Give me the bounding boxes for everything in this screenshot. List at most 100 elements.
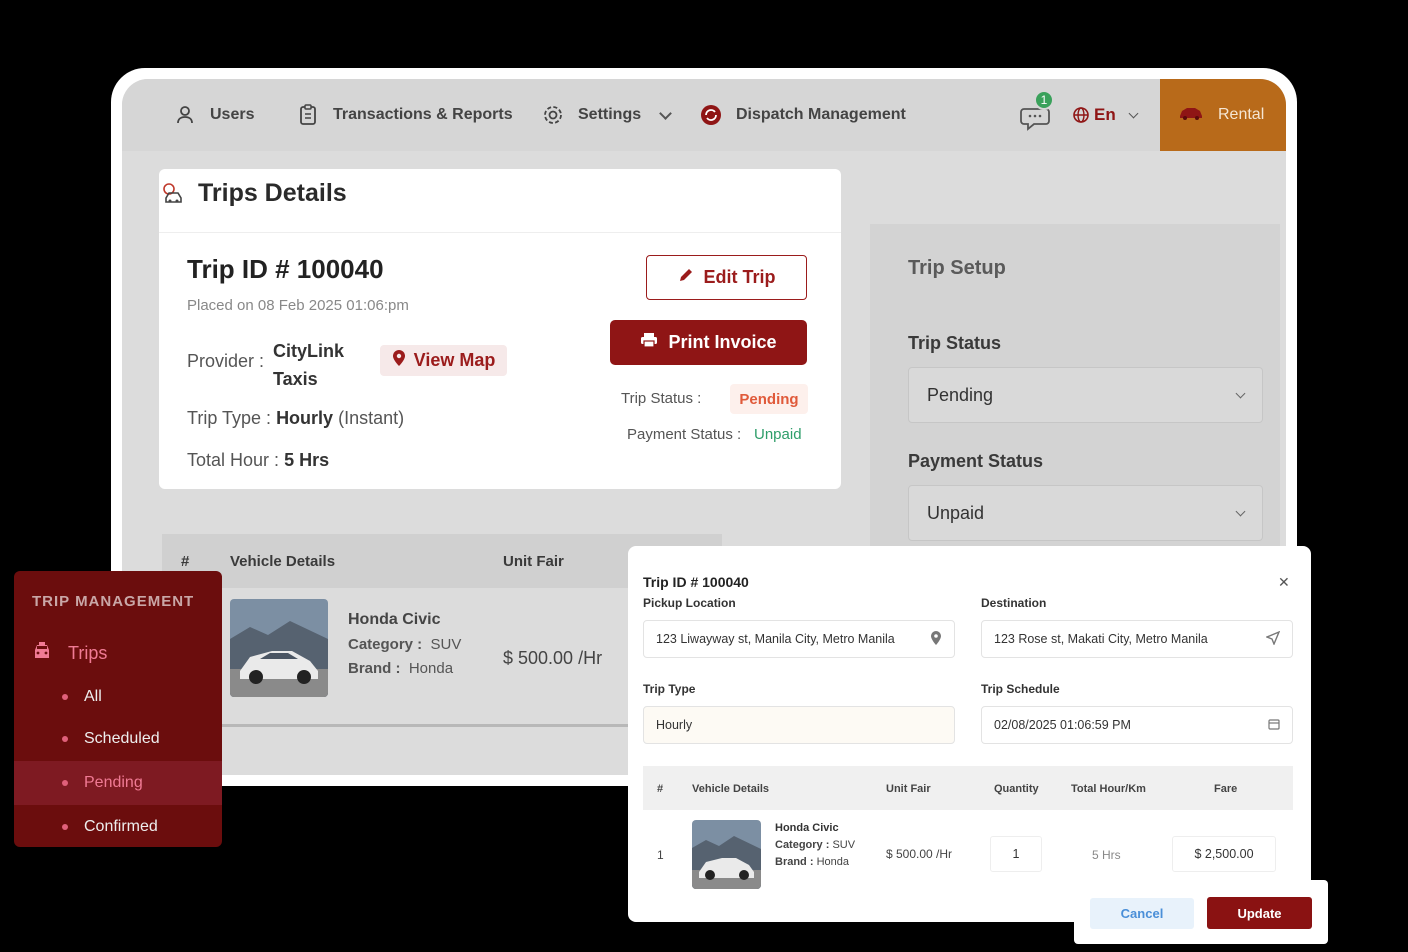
update-button[interactable]: Update <box>1207 897 1312 929</box>
payment-status-label: Payment Status : <box>627 426 742 443</box>
modal-col-vehicle: Vehicle Details <box>692 783 770 795</box>
sidebar-item-confirmed[interactable]: Confirmed <box>14 805 222 847</box>
col-unit-fair: Unit Fair <box>503 553 564 570</box>
sidebar-item-pending[interactable]: Pending <box>14 761 222 805</box>
calendar-icon <box>1268 718 1280 733</box>
nav-dispatch[interactable]: Dispatch Management <box>700 79 906 151</box>
schedule-value: 02/08/2025 01:06:59 PM <box>994 718 1131 732</box>
taxi-icon <box>32 641 52 666</box>
unit-fair-value: $ 500.00 /Hr <box>503 648 603 668</box>
sidebar-confirmed-label: Confirmed <box>84 818 158 835</box>
sidebar-item-scheduled[interactable]: Scheduled <box>14 717 222 761</box>
total-hour-label: Total Hour : <box>187 450 280 470</box>
gear-icon <box>542 104 564 126</box>
pickup-label: Pickup Location <box>643 596 736 610</box>
modal-unit-fair: $ 500.00 /Hr <box>886 847 953 861</box>
edit-trip-label: Edit Trip <box>703 267 776 287</box>
nav-dispatch-label: Dispatch Management <box>736 106 906 123</box>
provider-name: CityLink Taxis <box>273 337 344 393</box>
bullet-icon <box>62 736 68 742</box>
map-pin-icon <box>392 349 406 372</box>
total-hour-value: 5 Hrs <box>284 450 330 470</box>
destination-label: Destination <box>981 596 1047 610</box>
total-hour-row: Total Hour : 5 Hrs <box>187 450 329 471</box>
quantity-input[interactable]: 1 <box>990 836 1042 872</box>
modal-total-hour: 5 Hrs <box>1092 848 1121 862</box>
page-title: Trips Details <box>198 179 347 207</box>
view-map-label: View Map <box>413 350 496 370</box>
modal-col-fare: Fare <box>1214 783 1238 795</box>
fare-input[interactable]: $ 2,500.00 <box>1172 836 1276 872</box>
modal-vehicle-name: Honda Civic <box>775 822 839 834</box>
modal-col-unit-fair: Unit Fair <box>886 783 931 795</box>
trip-status-label: Trip Status : <box>621 390 702 407</box>
user-icon <box>174 104 196 126</box>
sidebar-item-trips[interactable]: Trips <box>14 631 222 675</box>
modal-title: Trip ID # 100040 <box>643 574 749 590</box>
modal-vehicle-brand: Brand : Honda <box>775 856 849 868</box>
edit-trip-button[interactable]: Edit Trip <box>646 255 807 300</box>
trip-status-badge: Pending <box>730 384 808 414</box>
category-label: Category : <box>348 636 423 653</box>
col-vehicle-details: Vehicle Details <box>230 553 336 570</box>
cancel-button[interactable]: Cancel <box>1090 898 1194 929</box>
setup-payment-status-value: Unpaid <box>927 502 985 523</box>
setup-payment-status-label: Payment Status <box>908 451 1044 471</box>
schedule-input[interactable]: 02/08/2025 01:06:59 PM <box>981 706 1293 744</box>
modal-col-total-hour: Total Hour/Km <box>1071 783 1146 795</box>
trip-management-sidebar: TRIP MANAGEMENT Trips All Scheduled Pend… <box>14 571 222 847</box>
nav-transactions[interactable]: Transactions & Reports <box>297 79 513 151</box>
bullet-icon <box>62 780 68 786</box>
globe-icon <box>1072 104 1090 126</box>
printer-icon <box>640 332 658 353</box>
modal-category-value: SUV <box>832 839 856 851</box>
modal-row-number: 1 <box>657 848 664 862</box>
setup-trip-status-label: Trip Status <box>908 333 1002 353</box>
rental-label: Rental <box>1218 106 1265 123</box>
brand-label: Brand : <box>348 660 401 677</box>
brand-value: Honda <box>408 660 454 677</box>
view-map-button[interactable]: View Map <box>380 345 507 376</box>
setup-trip-status-select[interactable]: Pending <box>908 367 1263 423</box>
sidebar-item-all[interactable]: All <box>14 675 222 719</box>
top-navbar: Users Transactions & Reports Settings Di… <box>122 79 1286 151</box>
divider <box>159 232 841 233</box>
setup-trip-status-value: Pending <box>927 384 994 405</box>
pickup-input[interactable]: 123 Liwayway st, Manila City, Metro Mani… <box>643 620 955 658</box>
chevron-down-icon <box>1235 506 1246 516</box>
pencil-icon <box>678 267 694 288</box>
vehicle-category: Category : SUV <box>348 636 461 653</box>
provider-line2: Taxis <box>273 369 318 389</box>
provider-label: Provider : <box>187 351 265 371</box>
trip-type-value: Hourly <box>276 408 334 428</box>
schedule-label: Trip Schedule <box>981 682 1060 696</box>
pickup-value: 123 Liwayway st, Manila City, Metro Mani… <box>656 632 895 646</box>
destination-input[interactable]: 123 Rose st, Makati City, Metro Manila <box>981 620 1293 658</box>
destination-value: 123 Rose st, Makati City, Metro Manila <box>994 632 1208 646</box>
sidebar-pending-label: Pending <box>84 774 143 791</box>
setup-payment-status-select[interactable]: Unpaid <box>908 485 1263 541</box>
modal-brand-value: Honda <box>816 856 849 868</box>
bullet-icon <box>62 694 68 700</box>
nav-users[interactable]: Users <box>174 79 254 151</box>
navigation-arrow-icon <box>1265 630 1281 648</box>
modal-vehicle-image <box>692 820 761 889</box>
bullet-icon <box>62 824 68 830</box>
language-selector[interactable]: En <box>1072 79 1139 151</box>
chevron-down-icon <box>659 106 672 120</box>
language-label: En <box>1094 105 1116 124</box>
trip-type-input[interactable]: Hourly <box>643 706 955 744</box>
rental-button[interactable]: Rental <box>1160 79 1286 151</box>
vehicle-brand: Brand : Honda <box>348 660 453 677</box>
col-number: # <box>181 553 190 570</box>
chevron-down-icon <box>1235 388 1246 398</box>
trip-id: Trip ID # 100040 <box>187 254 384 284</box>
sidebar-scheduled-label: Scheduled <box>84 730 160 747</box>
nav-settings[interactable]: Settings <box>542 79 672 151</box>
print-invoice-button[interactable]: Print Invoice <box>610 320 807 365</box>
close-icon[interactable]: ✕ <box>1278 574 1290 591</box>
trip-type-suffix: (Instant) <box>338 408 405 428</box>
vehicle-name: Honda Civic <box>348 611 441 628</box>
notification-badge: 1 <box>1034 90 1054 110</box>
modal-category-label: Category : <box>775 839 830 851</box>
